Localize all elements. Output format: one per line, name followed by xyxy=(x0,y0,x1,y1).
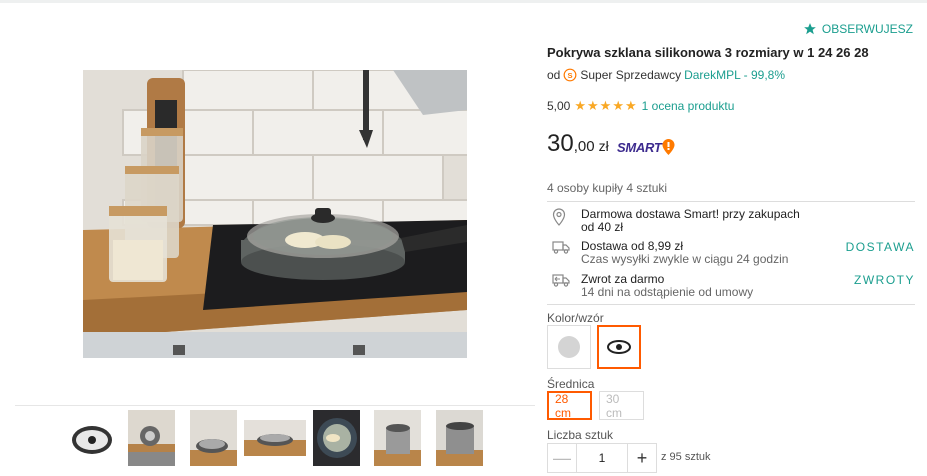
smart-pin-icon xyxy=(662,139,675,155)
size-label: Średnica xyxy=(547,377,595,391)
eye-pattern-icon xyxy=(607,340,631,354)
quantity-stepper: — 1 + xyxy=(547,443,657,473)
top-divider xyxy=(0,0,927,3)
rating-row: 5,00 ★★★★★ 1 ocena produktu xyxy=(547,98,734,114)
shipping-line2: Czas wysyłki zwykle w ciągu 24 godzin xyxy=(581,252,789,266)
free-delivery-line2: od 40 zł xyxy=(581,220,624,234)
shipping-row: Dostawa od 8,99 zł Czas wysyłki zwykle w… xyxy=(547,240,915,266)
color-label: Kolor/wzór xyxy=(547,311,604,325)
quantity-minus-button[interactable]: — xyxy=(548,444,577,472)
color-swatch-gray[interactable] xyxy=(547,325,591,369)
bought-count: 4 osoby kupiły 4 sztuki xyxy=(547,181,668,195)
size-option-28[interactable]: 28 cm xyxy=(547,391,592,420)
free-delivery-row: Darmowa dostawa Smart! przy zakupach od … xyxy=(547,208,915,234)
thumbnail-strip xyxy=(15,405,535,476)
gray-dot-icon xyxy=(558,336,580,358)
rating-stars: ★★★★★ xyxy=(574,98,638,113)
color-swatch-pattern[interactable] xyxy=(597,325,641,369)
main-product-image[interactable] xyxy=(83,70,467,358)
rating-count-link[interactable]: 1 ocena produktu xyxy=(642,99,735,113)
shipping-link[interactable]: DOSTAWA xyxy=(846,241,915,254)
size-option-30[interactable]: 30 cm xyxy=(599,391,644,420)
follow-button[interactable]: OBSERWUJESZ xyxy=(803,22,913,36)
price-integer: 30 xyxy=(547,130,574,157)
smart-label: SMART xyxy=(617,139,662,155)
thumbnail-1[interactable] xyxy=(67,410,117,466)
seller-name-link[interactable]: DarekMPL - 99,8% xyxy=(684,68,785,82)
thumbnail-4[interactable] xyxy=(244,410,306,466)
seller-prefix: od xyxy=(547,68,561,82)
quantity-input[interactable]: 1 xyxy=(577,444,627,472)
quantity-plus-button[interactable]: + xyxy=(627,444,656,472)
super-seller-badge-icon: S xyxy=(563,68,577,82)
star-icon xyxy=(804,23,816,35)
price: 30 ,00 zł xyxy=(547,130,609,158)
thumbnail-3[interactable] xyxy=(190,410,237,466)
seller-type: Super Sprzedawcy xyxy=(580,68,682,82)
price-currency: zł xyxy=(598,138,609,154)
divider-top xyxy=(547,201,915,202)
svg-text:S: S xyxy=(568,71,573,80)
kitchen-photo xyxy=(83,70,467,358)
thumbnail-2[interactable] xyxy=(128,410,175,466)
return-icon xyxy=(552,274,570,287)
thumbnail-7[interactable] xyxy=(436,410,483,466)
stock-text: z 95 sztuk xyxy=(661,451,711,463)
follow-label: OBSERWUJESZ xyxy=(821,22,913,36)
rating-value: 5,00 xyxy=(547,99,571,113)
divider-bottom xyxy=(547,304,915,305)
location-pin-icon xyxy=(552,208,566,226)
seller-info: od S Super Sprzedawcy DarekMPL - 99,8% xyxy=(547,68,785,82)
returns-row: Zwrot za darmo 14 dni na odstąpienie od … xyxy=(547,273,915,299)
returns-link[interactable]: ZWROTY xyxy=(854,274,915,287)
product-title: Pokrywa szklana silikonowa 3 rozmiary w … xyxy=(547,45,869,60)
quantity-label: Liczba sztuk xyxy=(547,428,614,442)
thumbnail-5[interactable] xyxy=(313,410,360,466)
price-decimal: ,00 xyxy=(573,138,595,155)
smart-badge[interactable]: SMART xyxy=(617,139,675,155)
returns-line2: 14 dni na odstąpienie od umowy xyxy=(581,285,754,299)
thumbnail-6[interactable] xyxy=(374,410,421,466)
truck-icon xyxy=(552,241,570,254)
